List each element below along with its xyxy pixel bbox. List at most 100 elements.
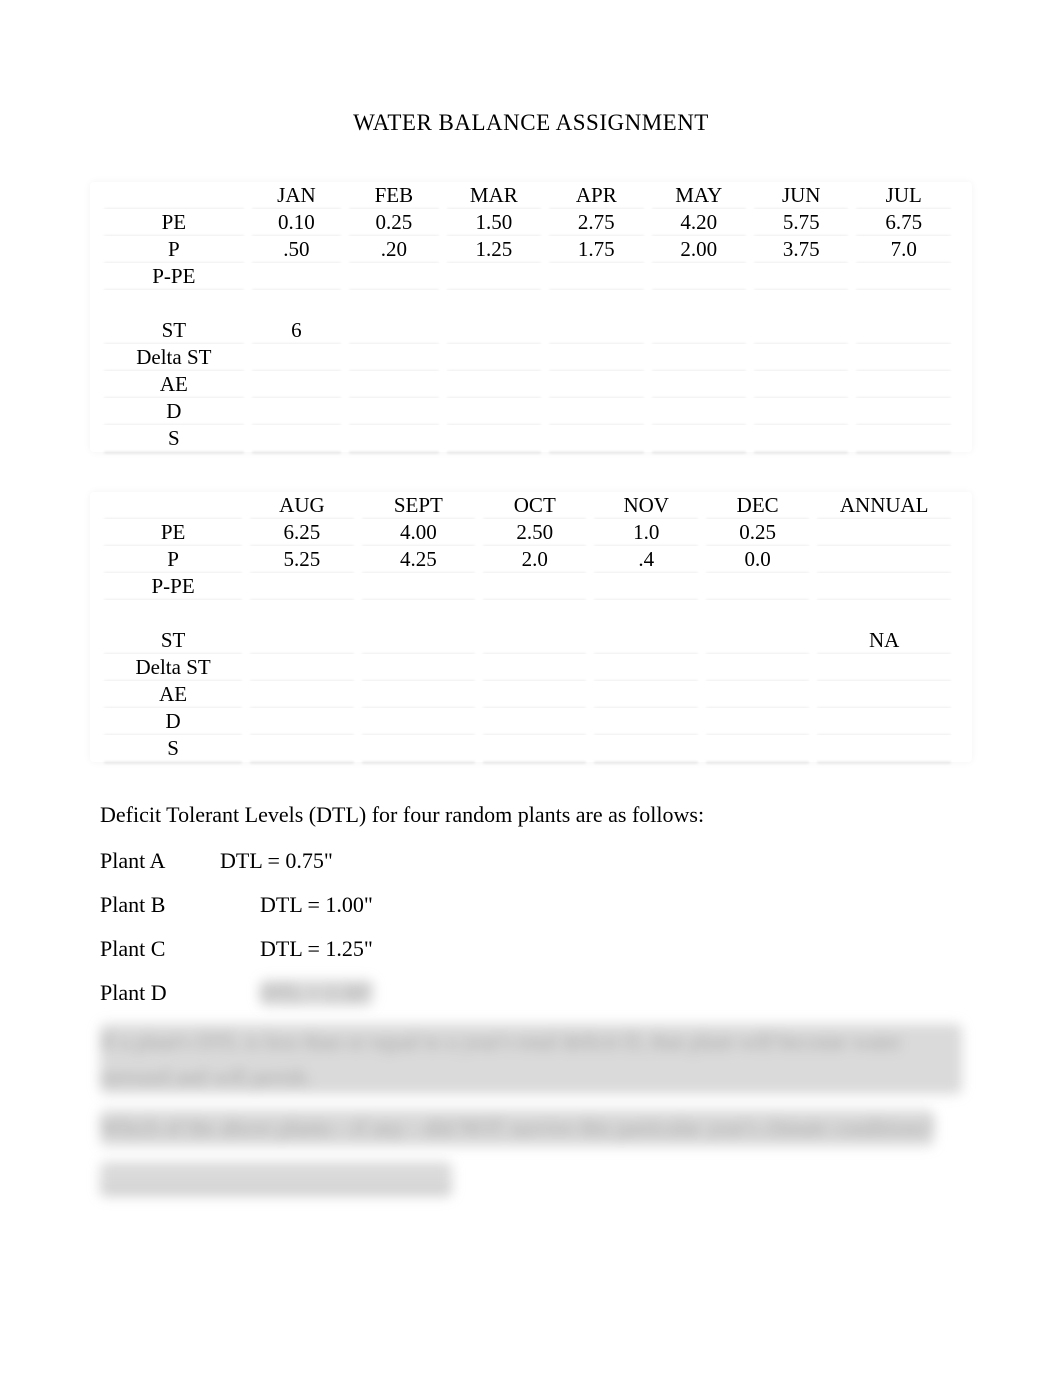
plant-dtl: DTL = 1.25" xyxy=(260,936,373,962)
dtl-intro-text: Deficit Tolerant Levels (DTL) for four r… xyxy=(100,802,962,828)
cell xyxy=(702,708,813,735)
cell xyxy=(813,546,955,573)
cell: 0.25 xyxy=(345,209,442,236)
cell xyxy=(750,290,852,317)
cell xyxy=(246,573,357,600)
cell xyxy=(813,654,955,681)
row-label-p-pe: P-PE xyxy=(100,573,246,600)
blurred-text: Which of the above plants—if any—did NOT… xyxy=(100,1110,934,1145)
cell xyxy=(479,708,590,735)
cell xyxy=(852,371,955,398)
cell xyxy=(479,600,590,627)
cell xyxy=(248,398,345,425)
cell: 0.25 xyxy=(702,519,813,546)
row-label-d: D xyxy=(100,708,246,735)
row-label-ae: AE xyxy=(100,681,246,708)
cell xyxy=(345,263,442,290)
row-label-p: P xyxy=(100,236,248,263)
col-header-may: MAY xyxy=(648,182,750,209)
plant-dtl: DTL = 0.75" xyxy=(220,848,333,874)
cell xyxy=(648,290,750,317)
plant-dtl: DTL = 1.00" xyxy=(260,892,373,918)
cell: 3.75 xyxy=(750,236,852,263)
cell xyxy=(345,344,442,371)
cell xyxy=(443,371,545,398)
col-header-annual: ANNUAL xyxy=(813,492,955,519)
cell xyxy=(590,708,701,735)
cell xyxy=(248,344,345,371)
cell xyxy=(248,425,345,452)
row-label-p-pe: P-PE xyxy=(100,263,248,290)
cell xyxy=(813,573,955,600)
blurred-paragraph-2: ________________________________ xyxy=(100,1162,962,1197)
cell xyxy=(345,398,442,425)
cell xyxy=(648,371,750,398)
cell: NA xyxy=(813,627,955,654)
cell: 1.50 xyxy=(443,209,545,236)
cell xyxy=(590,681,701,708)
blurred-text: ________________________________ xyxy=(100,1162,452,1197)
cell xyxy=(246,654,357,681)
cell xyxy=(702,600,813,627)
cell xyxy=(479,654,590,681)
cell: 4.00 xyxy=(358,519,479,546)
cell: 7.0 xyxy=(852,236,955,263)
cell xyxy=(590,600,701,627)
cell: 1.0 xyxy=(590,519,701,546)
row-label-header xyxy=(100,182,248,209)
col-header-mar: MAR xyxy=(443,182,545,209)
cell xyxy=(358,600,479,627)
cell xyxy=(852,290,955,317)
row-label-st: ST xyxy=(100,317,248,344)
cell xyxy=(545,263,647,290)
plant-dtl: DTL = 1.50" xyxy=(260,980,373,1006)
blurred-text: DTL = 1.50" xyxy=(260,980,373,1006)
row-label-blank xyxy=(100,290,248,317)
cell xyxy=(545,344,647,371)
cell xyxy=(358,681,479,708)
row-label-delta-st: Delta ST xyxy=(100,344,248,371)
cell xyxy=(702,654,813,681)
cell xyxy=(443,344,545,371)
cell xyxy=(852,398,955,425)
cell xyxy=(443,290,545,317)
row-label-pe: PE xyxy=(100,209,248,236)
cell xyxy=(813,708,955,735)
col-header-aug: AUG xyxy=(246,492,357,519)
cell: 2.00 xyxy=(648,236,750,263)
cell xyxy=(246,735,357,762)
cell xyxy=(590,573,701,600)
cell xyxy=(358,735,479,762)
cell xyxy=(852,344,955,371)
cell xyxy=(358,627,479,654)
cell xyxy=(479,627,590,654)
cell xyxy=(702,627,813,654)
cell: 6 xyxy=(248,317,345,344)
cell xyxy=(648,425,750,452)
cell xyxy=(248,371,345,398)
cell xyxy=(246,627,357,654)
row-label-d: D xyxy=(100,398,248,425)
cell xyxy=(852,317,955,344)
row-label-delta-st: Delta ST xyxy=(100,654,246,681)
plant-name: Plant B xyxy=(100,892,220,918)
cell xyxy=(443,263,545,290)
cell xyxy=(358,573,479,600)
cell: 0.0 xyxy=(702,546,813,573)
cell: .4 xyxy=(590,546,701,573)
cell: 5.75 xyxy=(750,209,852,236)
cell xyxy=(545,398,647,425)
plant-row-0: Plant ADTL = 0.75" xyxy=(100,848,962,874)
cell: 0.10 xyxy=(248,209,345,236)
cell xyxy=(479,735,590,762)
col-header-jun: JUN xyxy=(750,182,852,209)
plant-row-2: Plant C DTL = 1.25" xyxy=(100,936,962,962)
cell xyxy=(443,398,545,425)
cell xyxy=(545,290,647,317)
cell: 2.75 xyxy=(545,209,647,236)
plant-name: Plant C xyxy=(100,936,220,962)
plant-name: Plant D xyxy=(100,980,220,1006)
cell xyxy=(545,371,647,398)
cell xyxy=(750,371,852,398)
blurred-text: If a plant's DTL is less than or equal t… xyxy=(100,1024,962,1094)
